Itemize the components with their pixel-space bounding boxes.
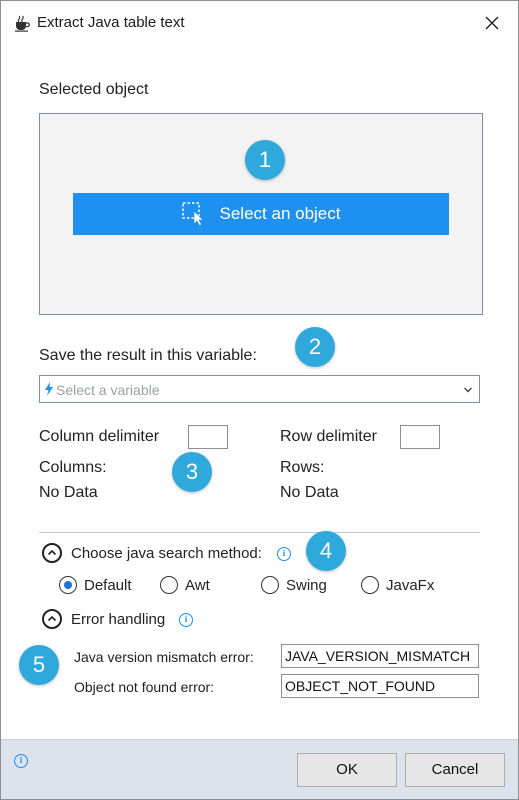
- error-handling-info-icon[interactable]: i: [179, 613, 193, 627]
- column-delimiter-input[interactable]: [188, 425, 228, 449]
- step-badge-3: 3: [172, 452, 212, 492]
- variable-bolt-icon: [44, 382, 54, 396]
- radio-label-awt: Awt: [185, 577, 210, 594]
- step-badge-5: 5: [19, 645, 59, 685]
- search-method-info-icon[interactable]: i: [277, 547, 291, 561]
- version-mismatch-label: Java version mismatch error:: [74, 649, 254, 665]
- columns-value: No Data: [39, 484, 98, 501]
- section-divider: [39, 532, 480, 533]
- close-icon: [485, 16, 499, 30]
- select-object-button[interactable]: Select an object: [73, 193, 449, 235]
- radio-label-default: Default: [84, 577, 132, 594]
- chevron-up-icon: [47, 549, 57, 556]
- search-method-collapse-toggle[interactable]: [42, 543, 62, 563]
- dialog-window: Extract Java table text Selected object …: [0, 0, 519, 800]
- variable-placeholder: Select a variable: [56, 382, 160, 398]
- version-mismatch-field[interactable]: JAVA_VERSION_MISMATCH: [281, 644, 479, 668]
- not-found-label: Object not found error:: [74, 679, 215, 695]
- chevron-down-icon: [463, 382, 473, 393]
- close-button[interactable]: [480, 11, 504, 35]
- dialog-footer: i OK Cancel: [1, 739, 518, 799]
- radio-label-javafx: JavaFx: [386, 577, 435, 594]
- java-cup-icon: [13, 14, 31, 32]
- rows-value: No Data: [280, 484, 339, 501]
- chevron-up-icon: [47, 615, 57, 622]
- title-bar: Extract Java table text: [1, 1, 518, 45]
- columns-label: Columns:: [39, 459, 107, 476]
- step-badge-1: 1: [245, 140, 285, 180]
- ok-button[interactable]: OK: [297, 753, 397, 787]
- step-badge-2: 2: [295, 327, 335, 367]
- cancel-button[interactable]: Cancel: [405, 753, 505, 787]
- error-handling-collapse-toggle[interactable]: [42, 609, 62, 629]
- radio-awt[interactable]: [160, 576, 178, 594]
- select-cursor-icon: [181, 202, 208, 226]
- radio-label-swing: Swing: [286, 577, 327, 594]
- row-delimiter-label: Row delimiter: [280, 428, 377, 445]
- error-handling-heading: Error handling: [71, 611, 166, 628]
- radio-swing[interactable]: [261, 576, 279, 594]
- row-delimiter-input[interactable]: [400, 425, 440, 449]
- variable-select[interactable]: Select a variable: [39, 375, 480, 403]
- radio-default[interactable]: [59, 576, 77, 594]
- search-method-heading: Choose java search method:: [71, 545, 262, 562]
- window-title: Extract Java table text: [37, 14, 185, 31]
- rows-label: Rows:: [280, 459, 325, 476]
- selected-object-heading: Selected object: [39, 81, 149, 98]
- variable-heading: Save the result in this variable:: [39, 347, 257, 364]
- footer-info-icon[interactable]: i: [14, 754, 28, 768]
- step-badge-4: 4: [306, 531, 346, 571]
- column-delimiter-label: Column delimiter: [39, 428, 160, 445]
- radio-javafx[interactable]: [361, 576, 379, 594]
- select-object-label: Select an object: [219, 204, 341, 223]
- not-found-field[interactable]: OBJECT_NOT_FOUND: [281, 674, 479, 698]
